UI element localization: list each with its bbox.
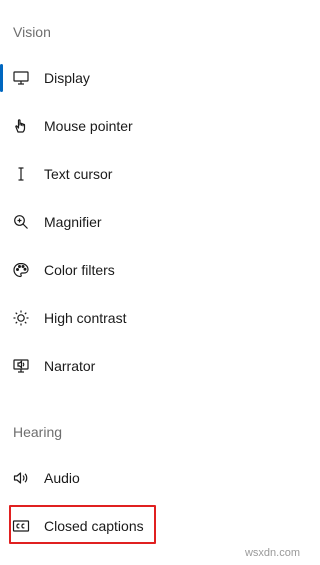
- section-header-hearing: Hearing: [13, 424, 63, 440]
- watermark: wsxdn.com: [244, 547, 300, 559]
- brightness-icon: [12, 309, 30, 327]
- nav-item-label: Closed captions: [44, 518, 144, 534]
- nav-item-label: Magnifier: [44, 214, 102, 230]
- monitor-icon: [12, 69, 30, 87]
- nav-item-display[interactable]: Display: [0, 58, 308, 98]
- nav-item-label: High contrast: [44, 310, 127, 326]
- nav-item-label: Display: [44, 70, 90, 86]
- nav-item-mouse-pointer[interactable]: Mouse pointer: [0, 106, 308, 146]
- nav-item-magnifier[interactable]: Magnifier: [0, 202, 308, 242]
- selection-indicator: [0, 64, 3, 92]
- color-palette-icon: [12, 261, 30, 279]
- section-header-vision: Vision: [13, 24, 51, 40]
- text-cursor-icon: [12, 165, 30, 183]
- magnifier-icon: [12, 213, 30, 231]
- mouse-pointer-icon: [12, 117, 30, 135]
- nav-item-narrator[interactable]: Narrator: [0, 346, 308, 386]
- nav-item-audio[interactable]: Audio: [0, 458, 308, 498]
- speaker-icon: [12, 469, 30, 487]
- nav-item-color-filters[interactable]: Color filters: [0, 250, 308, 290]
- nav-item-label: Narrator: [44, 358, 96, 374]
- closed-captions-icon: [12, 517, 30, 535]
- nav-item-label: Color filters: [44, 262, 115, 278]
- nav-item-label: Audio: [44, 470, 80, 486]
- narrator-icon: [12, 357, 30, 375]
- settings-sidebar: Vision Display Mouse pointer Text cursor…: [0, 0, 308, 565]
- nav-item-label: Mouse pointer: [44, 118, 133, 134]
- nav-item-high-contrast[interactable]: High contrast: [0, 298, 308, 338]
- nav-item-text-cursor[interactable]: Text cursor: [0, 154, 308, 194]
- nav-item-closed-captions[interactable]: Closed captions: [0, 506, 308, 546]
- nav-item-label: Text cursor: [44, 166, 113, 182]
